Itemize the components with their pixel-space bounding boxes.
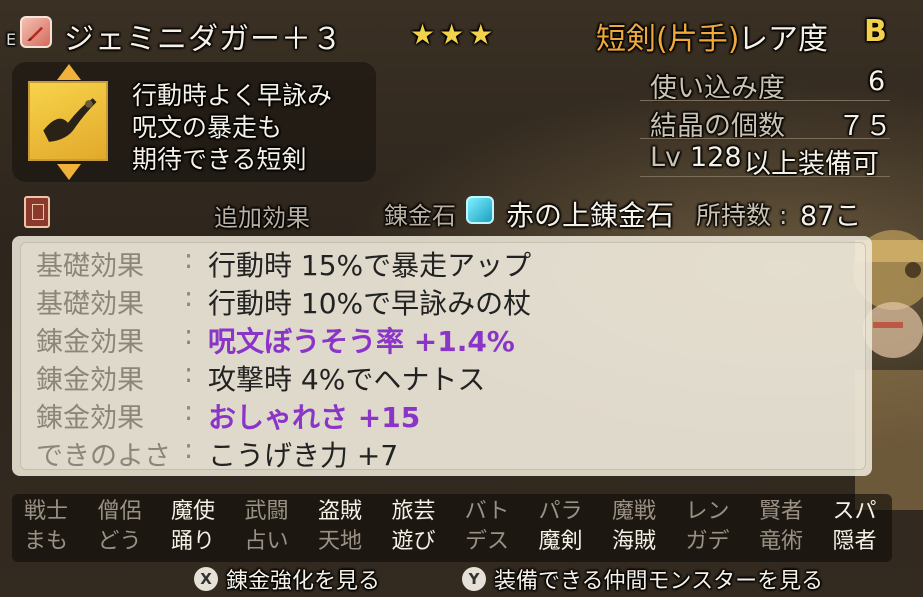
job-label: 魔戦 [611, 499, 656, 524]
job-label: 竜術 [758, 529, 803, 554]
owned-value: 87こ [800, 201, 862, 232]
effect-text: おしゃれさ +15 [208, 401, 421, 434]
job-label: 武闘 [244, 499, 289, 524]
book-icon[interactable] [24, 196, 50, 228]
item-name: ジェミニダガー＋３ [64, 22, 343, 57]
effect-separator: : [184, 320, 194, 351]
job-label: まも [23, 529, 68, 554]
rarity-label: レア度 [738, 22, 828, 57]
view-monsters-label: 装備できる仲間モンスターを見る [494, 569, 824, 594]
owned-label: 所持数 : [696, 201, 788, 230]
divider [640, 176, 890, 177]
description-line: 期待できる短剣 [132, 145, 307, 174]
effect-text: 攻撃時 4%でヘナトス [208, 363, 486, 396]
job-label: 賢者 [758, 499, 803, 524]
effect-category: 基礎効果 [36, 289, 144, 320]
job-label: パラ [538, 499, 583, 524]
job-label: バト [464, 499, 510, 524]
view-alchemy-button[interactable]: X 錬金強化を見る [194, 565, 381, 594]
job-label: 盗賊 [317, 499, 362, 524]
gem-label: 錬金石 [384, 202, 456, 230]
job-label: 僧侶 [97, 499, 142, 524]
job-label: ガデ [685, 529, 730, 554]
description-line: 行動時よく早詠み [132, 81, 333, 110]
view-monsters-button[interactable]: Y 装備できる仲間モンスターを見る [462, 565, 824, 594]
job-label: 海賊 [611, 529, 656, 554]
level-prefix: Lv [650, 142, 682, 173]
usage-value: 6 [868, 66, 886, 97]
alchemy-stone-icon [466, 196, 494, 224]
effect-category: 錬金効果 [36, 365, 144, 396]
weapon-category: 短剣(片手) [596, 22, 740, 57]
star-rating: ★★★ [410, 18, 498, 51]
effect-category: 基礎効果 [36, 251, 144, 282]
job-label: 魔剣 [538, 529, 583, 554]
effect-separator: : [184, 396, 194, 427]
effect-separator: : [184, 282, 194, 313]
job-label: 占い [244, 529, 289, 554]
gem-name: 赤の上錬金石 [506, 199, 675, 232]
effect-text: 行動時 15%で暴走アップ [208, 249, 532, 282]
effect-category: できのよさ [36, 441, 171, 472]
effect-separator: : [184, 434, 194, 465]
effect-separator: : [184, 244, 194, 275]
effect-text: 呪文ぼうそう率 +1.4% [208, 325, 515, 358]
y-button-icon: Y [462, 567, 486, 591]
job-label: どう [97, 529, 142, 554]
job-label: 天地 [317, 529, 362, 554]
gemini-dagger-icon [28, 81, 108, 161]
level-value: 128 [690, 142, 742, 173]
job-label: スパ [832, 499, 877, 524]
job-label: 旅芸 [391, 499, 436, 524]
equipped-mark: E [6, 30, 17, 49]
x-button-icon: X [194, 567, 218, 591]
description-line: 呪文の暴走も [132, 113, 283, 142]
job-label: デス [464, 529, 509, 554]
dagger-icon [20, 16, 52, 48]
arrow-down-icon[interactable] [57, 164, 81, 180]
effect-text: こうげき力 +7 [208, 439, 399, 472]
job-label: 遊び [391, 529, 436, 554]
divider [640, 100, 890, 101]
job-label: 戦士 [23, 499, 68, 524]
job-label: 魔使 [170, 499, 215, 524]
view-alchemy-label: 錬金強化を見る [226, 569, 381, 594]
effect-category: 錬金効果 [36, 403, 144, 434]
job-label: レン [685, 499, 730, 524]
job-label: 隠者 [832, 529, 877, 554]
effect-separator: : [184, 358, 194, 389]
job-label: 踊り [170, 529, 215, 554]
divider [640, 138, 890, 139]
rarity-value: B [864, 14, 887, 49]
arrow-up-icon[interactable] [57, 64, 81, 80]
tab-additional-effects[interactable]: 追加効果 [214, 198, 310, 233]
effect-text: 行動時 10%で早詠みの杖 [208, 287, 532, 320]
effect-category: 錬金効果 [36, 327, 144, 358]
